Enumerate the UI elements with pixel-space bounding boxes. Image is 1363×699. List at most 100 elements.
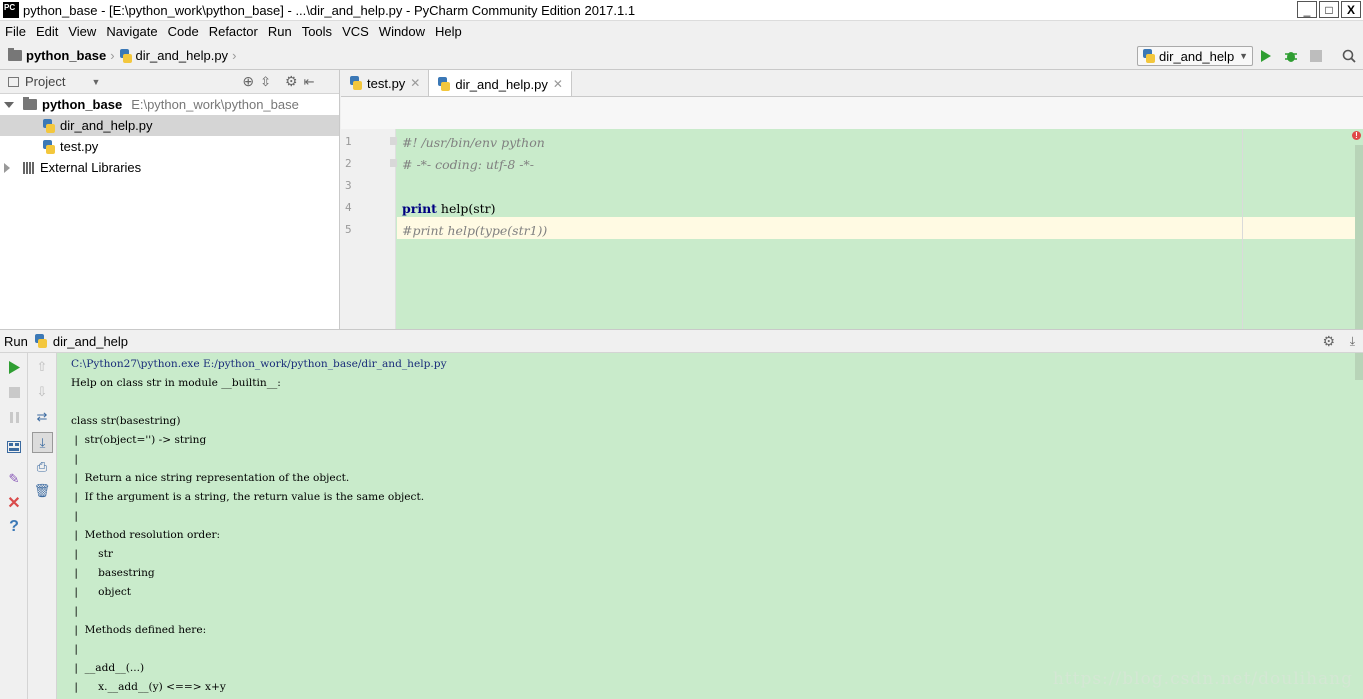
code-line: #! /usr/bin/env python [402,135,545,150]
run-tool-window-header: Run dir_and_help ⚙ ⤓ [0,329,1363,353]
line-number: 3 [345,179,352,192]
tab-dir-and-help-py[interactable]: dir_and_help.py ✕ [429,70,572,96]
right-margin-guide [1242,129,1243,329]
breadcrumb-separator-icon: › [232,48,237,63]
menu-help[interactable]: Help [430,24,467,39]
hide-panel-icon[interactable]: ⤓ [1350,334,1355,349]
tree-root-name: python_base [42,97,123,112]
expand-arrow-icon[interactable] [4,101,14,108]
trash-icon[interactable]: 🗑 [34,483,51,499]
collapse-arrow-icon[interactable] [4,162,10,173]
console-line: | [71,605,78,617]
tab-test-py[interactable]: test.py ✕ [341,70,430,96]
close-button[interactable]: X [1341,1,1361,18]
folder-icon [8,48,22,61]
editor-breadcrumb-strip [341,97,1363,129]
run-config-tab[interactable]: dir_and_help [53,334,128,349]
folder-icon [23,97,37,110]
keyword-print: print [402,201,437,216]
tree-file-label: dir_and_help.py [60,118,153,133]
python-file-icon [42,139,55,154]
menu-file[interactable]: File [0,24,31,39]
arrow-down-icon[interactable]: ⇩ [34,384,50,400]
collapse-all-icon[interactable]: ⇳ [260,74,271,90]
close-icon[interactable]: ✕ [553,77,563,91]
project-pane-header: Project ▼ ⊕ ⇳ ⚙ ⇤ [0,70,339,94]
help-icon[interactable]: ? [6,518,22,535]
error-indicator-icon[interactable]: ! [1352,131,1361,140]
pause-icon[interactable] [6,409,22,425]
tree-item-dir-and-help[interactable]: dir_and_help.py [0,115,339,136]
maximize-button[interactable]: □ [1319,1,1339,18]
menu-window[interactable]: Window [374,24,430,39]
menu-bar: File Edit View Navigate Code Refactor Ru… [0,21,1363,42]
run-configuration-select[interactable]: dir_and_help ▼ [1137,46,1253,66]
menu-navigate[interactable]: Navigate [101,24,162,39]
tab-label: test.py [367,75,406,91]
menu-code[interactable]: Code [163,24,204,39]
rerun-button[interactable] [6,359,22,375]
menu-edit[interactable]: Edit [31,24,63,39]
console-line: C:\Python27\python.exe E:/python_work/py… [71,358,447,370]
console-line: | x.__add__(y) <==> x+y [71,681,226,693]
run-button[interactable] [1257,47,1275,65]
menu-tools[interactable]: Tools [297,24,337,39]
stop-button[interactable] [6,384,22,400]
console-scrollbar[interactable] [1355,353,1363,380]
console-line: | [71,453,78,465]
console-line: | If the argument is a string, the retur… [71,491,425,503]
arrow-up-icon[interactable]: ⇧ [34,359,50,375]
layout-icon[interactable] [6,439,22,455]
console-line: | str(object='') -> string [71,434,207,446]
menu-refactor[interactable]: Refactor [204,24,263,39]
tree-item-test[interactable]: test.py [0,136,339,157]
gear-icon[interactable]: ⚙ [1322,333,1335,350]
console-output[interactable]: C:\Python27\python.exe E:/python_work/py… [57,353,1363,699]
pin-icon[interactable]: ✎ [6,471,22,487]
print-icon[interactable]: ⎙ [34,459,50,475]
scroll-to-end-icon[interactable]: ⤓ [32,432,53,453]
menu-run[interactable]: Run [263,24,297,39]
line-number: 5 [345,223,352,236]
console-line: | Methods defined here: [71,624,207,636]
menu-vcs[interactable]: VCS [337,24,374,39]
editor-scrollbar[interactable] [1355,145,1363,329]
tree-root-path: E:\python_work\python_base [131,97,299,112]
tree-item-external-libraries[interactable]: External Libraries [0,157,339,178]
menu-view[interactable]: View [63,24,101,39]
chevron-down-icon[interactable]: ▼ [91,77,100,87]
run-panel-label: Run [4,333,28,349]
code-editor[interactable]: 1 2 3 4 5 #! /usr/bin/env python # -*- c… [341,129,1363,329]
libraries-icon [23,161,35,174]
code-line: print help(str) [402,201,496,216]
stop-button[interactable] [1307,47,1325,65]
locate-icon[interactable]: ⊕ [242,73,254,90]
line-number: 1 [345,135,352,148]
console-line: | basestring [71,567,155,579]
hide-panel-icon[interactable]: ⇤ [304,74,315,90]
chevron-down-icon: ▼ [1239,51,1248,61]
fold-marker-icon[interactable] [390,137,397,145]
window-controls: _ □ X [1297,1,1361,18]
tab-label: dir_and_help.py [455,76,548,92]
minimize-button[interactable]: _ [1297,1,1317,18]
breadcrumb-project[interactable]: python_base [26,48,106,63]
editor-pane: test.py ✕ dir_and_help.py ✕ 1 2 3 4 5 #!… [341,70,1363,329]
close-icon[interactable]: ✕ [6,495,22,512]
close-icon[interactable]: ✕ [410,76,420,90]
run-toolbar-secondary: ⇧ ⇩ ⇄ ⤓ ⎙ 🗑 [28,353,57,699]
search-icon[interactable] [1340,47,1358,65]
line-number-gutter: 1 2 3 4 5 [341,129,397,329]
console-line: | Method resolution order: [71,529,221,541]
console-line: | [71,510,78,522]
breadcrumb-file[interactable]: dir_and_help.py [136,48,229,63]
soft-wrap-icon[interactable]: ⇄ [34,409,50,425]
console-line: | Return a nice string representation of… [71,472,350,484]
gear-icon[interactable]: ⚙ [285,73,298,90]
project-view-label[interactable]: Project [25,74,65,89]
tree-file-label: test.py [60,139,99,154]
python-file-icon [437,77,451,91]
tree-item-project-root[interactable]: python_base E:\python_work\python_base [0,94,339,115]
debug-bug-icon[interactable] [1282,47,1300,65]
fold-marker-icon[interactable] [390,159,397,167]
